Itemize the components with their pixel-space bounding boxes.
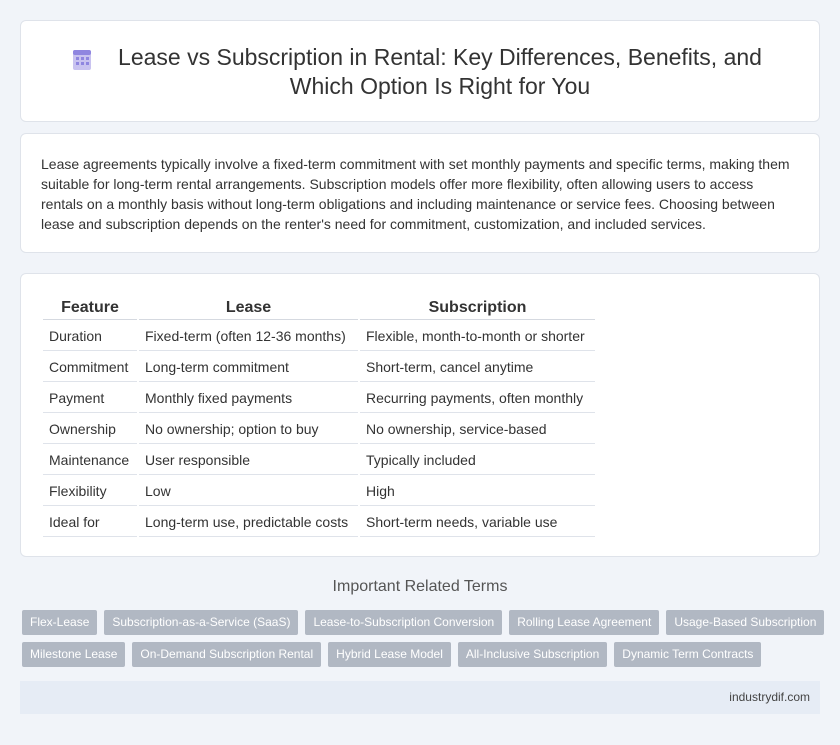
- related-terms-title: Important Related Terms: [332, 578, 508, 595]
- cell-feature: Commitment: [43, 353, 137, 382]
- tag-milestone-lease[interactable]: Milestone Lease: [22, 642, 126, 667]
- page-title: Lease vs Subscription in Rental: Key Dif…: [118, 44, 762, 99]
- cell-lease: User responsible: [139, 446, 358, 475]
- tag-usage-based[interactable]: Usage-Based Subscription: [666, 610, 825, 635]
- tag-rolling-lease[interactable]: Rolling Lease Agreement: [509, 610, 660, 635]
- cell-lease: Low: [139, 477, 358, 506]
- footer-site[interactable]: industrydif.com: [729, 690, 810, 704]
- tag-flex-lease[interactable]: Flex-Lease: [22, 610, 98, 635]
- cell-subscription: Short-term needs, variable use: [360, 508, 595, 537]
- cell-feature: Maintenance: [43, 446, 137, 475]
- tag-dynamic-term[interactable]: Dynamic Term Contracts: [614, 642, 762, 667]
- tag-on-demand[interactable]: On-Demand Subscription Rental: [132, 642, 322, 667]
- cell-subscription: Recurring payments, often monthly: [360, 384, 595, 413]
- table-row: Ideal for Long-term use, predictable cos…: [43, 508, 595, 537]
- table-row: Flexibility Low High: [43, 477, 595, 506]
- table-row: Maintenance User responsible Typically i…: [43, 446, 595, 475]
- cell-subscription: Short-term, cancel anytime: [360, 353, 595, 382]
- header-lease: Lease: [139, 296, 358, 320]
- tag-row: Milestone Lease On-Demand Subscription R…: [22, 642, 822, 667]
- table-row: Duration Fixed-term (often 12-36 months)…: [43, 322, 595, 351]
- tag-hybrid-lease[interactable]: Hybrid Lease Model: [328, 642, 451, 667]
- tag-saas[interactable]: Subscription-as-a-Service (SaaS): [104, 610, 299, 635]
- cell-subscription: No ownership, service-based: [360, 415, 595, 444]
- table-row: Commitment Long-term commitment Short-te…: [43, 353, 595, 382]
- tag-row: Flex-Lease Subscription-as-a-Service (Sa…: [22, 610, 825, 635]
- cell-subscription: High: [360, 477, 595, 506]
- cell-lease: Long-term commitment: [139, 353, 358, 382]
- cell-feature: Payment: [43, 384, 137, 413]
- comparison-card: Feature Lease Subscription Duration Fixe…: [20, 273, 820, 557]
- cell-subscription: Typically included: [360, 446, 595, 475]
- cell-lease: Monthly fixed payments: [139, 384, 358, 413]
- comparison-table: Feature Lease Subscription Duration Fixe…: [41, 294, 597, 539]
- footer: industrydif.com: [20, 681, 820, 714]
- tag-lease-to-subscription[interactable]: Lease-to-Subscription Conversion: [305, 610, 503, 635]
- cell-lease: No ownership; option to buy: [139, 415, 358, 444]
- tag-all-inclusive[interactable]: All-Inclusive Subscription: [457, 642, 608, 667]
- intro-paragraph: Lease agreements typically involve a fix…: [41, 156, 790, 232]
- title-card: Lease vs Subscription in Rental: Key Dif…: [20, 20, 820, 122]
- cell-feature: Ownership: [43, 415, 137, 444]
- cell-feature: Flexibility: [43, 477, 137, 506]
- table-header-row: Feature Lease Subscription: [43, 296, 595, 320]
- cell-subscription: Flexible, month-to-month or shorter: [360, 322, 595, 351]
- intro-card: Lease agreements typically involve a fix…: [20, 133, 820, 253]
- related-terms-tags: Flex-Lease Subscription-as-a-Service (Sa…: [22, 610, 825, 674]
- cell-lease: Fixed-term (often 12-36 months): [139, 322, 358, 351]
- cell-feature: Duration: [43, 322, 137, 351]
- cell-feature: Ideal for: [43, 508, 137, 537]
- cell-lease: Long-term use, predictable costs: [139, 508, 358, 537]
- table-row: Payment Monthly fixed payments Recurring…: [43, 384, 595, 413]
- header-feature: Feature: [43, 296, 137, 320]
- header-subscription: Subscription: [360, 296, 595, 320]
- table-row: Ownership No ownership; option to buy No…: [43, 415, 595, 444]
